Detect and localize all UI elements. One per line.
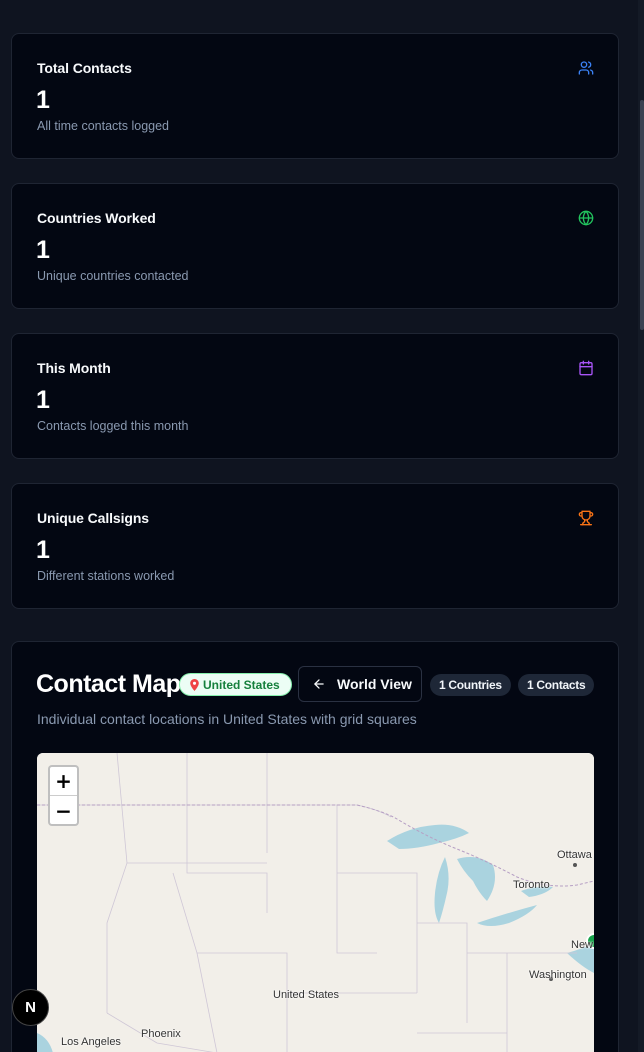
map-subtitle: Individual contact locations in United S… [37, 711, 417, 727]
users-icon [578, 61, 594, 75]
stat-value: 1 [36, 86, 50, 114]
world-view-label: World View [337, 676, 412, 692]
map-tiles [37, 753, 594, 1052]
countries-badge: 1 Countries [430, 674, 511, 696]
stat-value: 1 [36, 536, 50, 564]
zoom-out-button[interactable]: − [50, 796, 77, 824]
stat-card-unique-callsigns: Unique Callsigns 1 Different stations wo… [11, 483, 619, 609]
map-view[interactable]: + − Ottawa Toronto New Washington United… [37, 753, 594, 1052]
zoom-in-button[interactable]: + [50, 767, 77, 796]
stat-value: 1 [36, 386, 50, 414]
stat-subtitle: Unique countries contacted [37, 269, 189, 283]
stat-title: This Month [37, 360, 111, 376]
stat-title: Countries Worked [37, 210, 156, 226]
stat-subtitle: All time contacts logged [37, 119, 170, 133]
map-pin-icon [190, 678, 199, 691]
map-label-ottawa: Ottawa [557, 849, 592, 861]
dev-tools-badge[interactable]: N [12, 989, 49, 1026]
zoom-control: + − [48, 765, 79, 826]
contacts-badge: 1 Contacts [518, 674, 595, 696]
contact-map-card: Contact Map United States World View 1 C… [11, 641, 619, 1052]
arrow-left-icon [314, 679, 324, 689]
stat-title: Total Contacts [37, 60, 132, 76]
trophy-icon [578, 510, 594, 526]
map-label-toronto: Toronto [513, 879, 550, 891]
stat-subtitle: Contacts logged this month [37, 419, 189, 433]
stat-card-this-month: This Month 1 Contacts logged this month [11, 333, 619, 459]
map-label-united-states: United States [273, 989, 340, 1001]
stat-subtitle: Different stations worked [37, 569, 175, 583]
region-pill-label: United States [203, 677, 280, 692]
scrollbar-thumb[interactable] [640, 100, 644, 330]
stat-value: 1 [36, 236, 50, 264]
stat-card-total-contacts: Total Contacts 1 All time contacts logge… [11, 33, 619, 159]
map-label-washington: Washington [529, 969, 587, 981]
stat-card-countries-worked: Countries Worked 1 Unique countries cont… [11, 183, 619, 309]
map-label-los-angeles: Los Angeles [61, 1036, 121, 1048]
globe-icon [578, 210, 594, 226]
map-label-phoenix: Phoenix [141, 1028, 181, 1040]
world-view-button[interactable]: World View [298, 666, 422, 702]
stat-title: Unique Callsigns [37, 510, 149, 526]
region-pill: United States [179, 673, 292, 696]
map-label-new: New [571, 939, 594, 951]
calendar-icon [579, 360, 593, 376]
map-title: Contact Map [36, 670, 181, 698]
